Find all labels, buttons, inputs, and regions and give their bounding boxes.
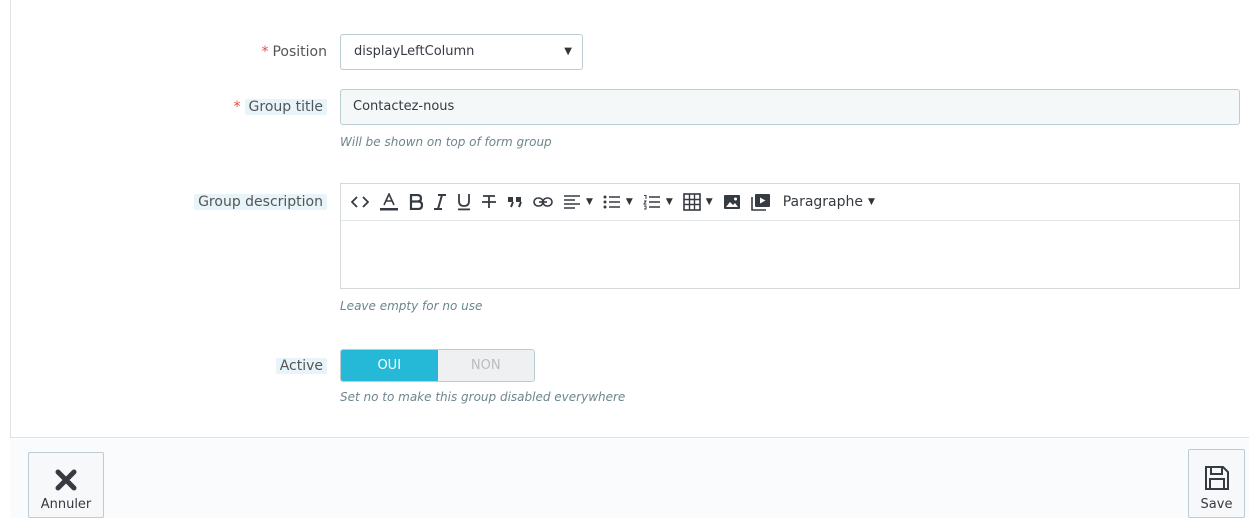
link-icon[interactable] <box>533 189 553 215</box>
active-label-text: Active <box>275 358 327 374</box>
quote-icon[interactable] <box>507 189 523 215</box>
cancel-button-label: Annuler <box>40 497 92 512</box>
save-button[interactable]: Save <box>1188 449 1245 518</box>
bullet-list-icon[interactable]: ▼ <box>603 189 633 215</box>
group-description-help: Leave empty for no use <box>340 299 483 313</box>
dropdown-caret-icon: ▼ <box>705 197 713 207</box>
image-icon[interactable] <box>723 189 741 215</box>
text-color-icon[interactable] <box>379 189 399 215</box>
active-switch: OUI NON <box>340 349 535 382</box>
dropdown-caret-icon: ▼ <box>625 197 633 207</box>
paragraph-format-label: Paragraphe <box>782 194 864 210</box>
save-button-label: Save <box>1200 497 1233 512</box>
position-label: * Position <box>261 41 327 63</box>
position-select[interactable]: displayLeftColumn ▼ <box>340 34 583 70</box>
group-title-label: * Group title <box>234 96 327 118</box>
save-icon <box>1204 466 1229 490</box>
required-mark: * <box>233 99 241 115</box>
required-mark: * <box>261 44 269 60</box>
italic-icon[interactable] <box>433 189 447 215</box>
position-select-value: displayLeftColumn <box>354 44 475 59</box>
group-title-help: Will be shown on top of form group <box>340 135 552 149</box>
numbered-list-icon[interactable]: ▼ <box>642 189 673 215</box>
active-help: Set no to make this group disabled every… <box>340 390 626 404</box>
underline-icon[interactable] <box>457 189 471 215</box>
group-title-label-text: Group title <box>244 99 327 115</box>
rich-text-editor: ▼ ▼ ▼ ▼ Paragraphe ▼ <box>340 183 1240 289</box>
dropdown-caret-icon: ▼ <box>665 197 673 207</box>
dropdown-caret-icon: ▼ <box>586 197 593 207</box>
active-on-option[interactable]: OUI <box>341 350 438 381</box>
active-label: Active <box>275 355 327 377</box>
align-left-icon[interactable]: ▼ <box>563 189 593 215</box>
cancel-button[interactable]: Annuler <box>28 452 104 518</box>
form-footer <box>10 439 1249 518</box>
caret-down-icon: ▼ <box>564 46 572 57</box>
position-label-text: Position <box>272 44 327 60</box>
group-description-label: Group description <box>194 191 327 213</box>
paragraph-format-select[interactable]: Paragraphe ▼ <box>783 189 875 215</box>
editor-content-area[interactable] <box>341 221 1239 289</box>
group-title-input-value: Contactez-nous <box>353 99 455 114</box>
dropdown-caret-icon: ▼ <box>868 197 875 207</box>
group-description-label-text: Group description <box>194 194 327 210</box>
video-icon[interactable] <box>750 189 771 215</box>
close-icon <box>55 469 77 491</box>
editor-toolbar: ▼ ▼ ▼ ▼ Paragraphe ▼ <box>341 184 1239 221</box>
bold-icon[interactable] <box>409 189 423 215</box>
active-off-option[interactable]: NON <box>437 350 534 381</box>
source-code-icon[interactable] <box>351 189 369 215</box>
table-icon[interactable]: ▼ <box>682 189 713 215</box>
strikethrough-icon[interactable] <box>481 189 497 215</box>
group-title-input[interactable]: Contactez-nous <box>340 89 1240 125</box>
